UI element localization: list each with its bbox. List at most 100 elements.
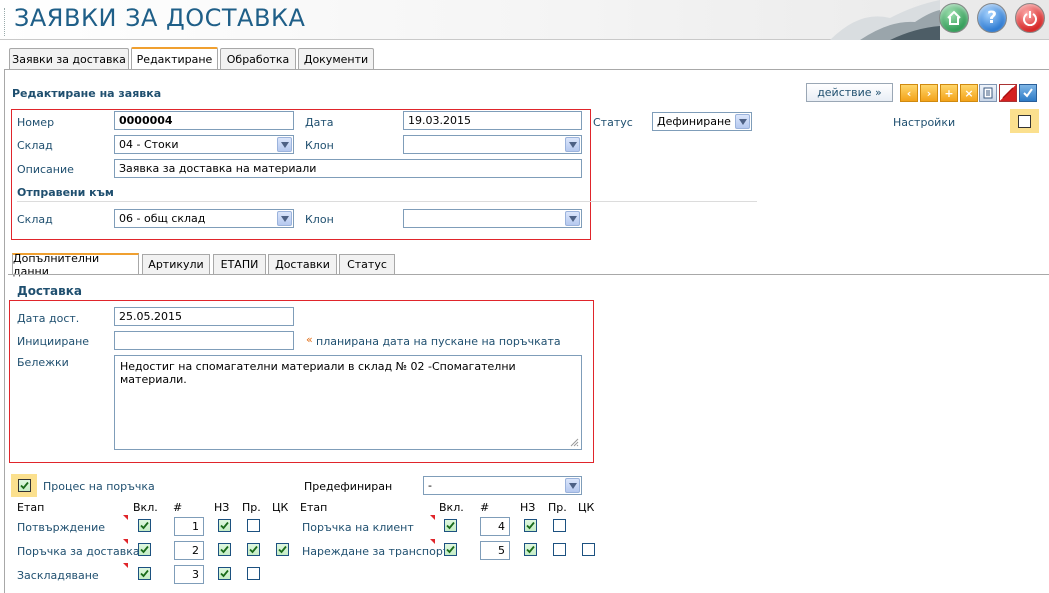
sent-branch-select[interactable]	[403, 209, 582, 228]
stage-nz-checkbox[interactable]	[218, 543, 231, 556]
branch-select[interactable]	[403, 135, 582, 154]
sent-warehouse-label: Склад	[17, 213, 53, 226]
stage-pr-checkbox[interactable]	[247, 567, 260, 580]
stage-name[interactable]: Потвърждение	[17, 521, 105, 534]
notes-textarea[interactable]: Недостиг на спомагателни материали в скл…	[114, 355, 582, 450]
ck-header: ЦК	[578, 501, 595, 514]
settings-checkbox[interactable]	[1018, 114, 1031, 128]
check-icon	[526, 545, 535, 554]
stage-nz-checkbox[interactable]	[218, 519, 231, 532]
incl-header: Вкл.	[439, 501, 464, 514]
subtab-deliveries[interactable]: Доставки	[268, 254, 337, 274]
stage-header: Етап	[300, 501, 328, 514]
check-icon	[278, 545, 287, 554]
comment-marker-icon	[430, 539, 435, 544]
description-input[interactable]: Заявка за доставка на материали	[114, 159, 582, 178]
process-checkbox[interactable]	[17, 479, 31, 492]
stage-name[interactable]: Поръчка за доставка	[17, 545, 140, 558]
num-header: #	[480, 501, 490, 514]
check-icon	[140, 521, 149, 530]
predefined-value: -	[428, 479, 432, 492]
stage-order-input[interactable]: 1	[174, 517, 204, 536]
date-input[interactable]: 19.03.2015	[403, 111, 582, 130]
chevron-right-icon: ›	[926, 86, 932, 100]
stage-incl-checkbox[interactable]	[138, 567, 151, 580]
next-button[interactable]: ›	[920, 84, 938, 102]
action-button[interactable]: действие »	[806, 83, 893, 102]
check-icon	[19, 481, 29, 490]
stage-ck-checkbox[interactable]	[582, 543, 595, 556]
stage-order-input[interactable]: 4	[480, 517, 510, 536]
close-icon: ×	[964, 86, 974, 100]
tab-requests[interactable]: Заявки за доставка	[9, 48, 129, 69]
stage-pr-checkbox[interactable]	[553, 543, 566, 556]
stage-pr-checkbox[interactable]	[247, 519, 260, 532]
stage-pr-checkbox[interactable]	[247, 543, 260, 556]
subtab-stages[interactable]: ЕТАПИ	[213, 254, 266, 274]
check-icon	[446, 545, 455, 554]
status-value: Дефиниране	[657, 115, 731, 128]
hint-marker-icon: «	[306, 333, 313, 346]
stage-incl-checkbox[interactable]	[138, 543, 151, 556]
warehouse-select[interactable]: 04 - Стоки	[114, 135, 294, 154]
description-label: Описание	[17, 163, 74, 176]
stage-nz-checkbox[interactable]	[524, 543, 537, 556]
comment-marker-icon	[123, 515, 128, 520]
save-button[interactable]	[1019, 84, 1037, 102]
stage-name[interactable]: Заскладяване	[17, 569, 99, 582]
predefined-select[interactable]: -	[423, 476, 582, 495]
cancel-icon	[1002, 87, 1014, 99]
subtab-status[interactable]: Статус	[339, 254, 395, 274]
initiation-hint: планирана дата на пускане на поръчката	[316, 335, 561, 348]
notes-text: Недостиг на спомагателни материали в скл…	[120, 360, 516, 386]
process-toggle[interactable]	[11, 474, 37, 497]
stage-incl-checkbox[interactable]	[444, 543, 457, 556]
settings-toggle[interactable]	[1010, 109, 1039, 133]
check-icon	[220, 545, 229, 554]
stage-pr-checkbox[interactable]	[553, 519, 566, 532]
pr-header: Пр.	[548, 501, 567, 514]
tab-documents[interactable]: Документи	[298, 48, 374, 69]
delivery-date-input[interactable]: 25.05.2015	[114, 307, 294, 326]
prev-button[interactable]: ‹	[900, 84, 918, 102]
add-button[interactable]: +	[940, 84, 958, 102]
process-label: Процес на поръчка	[43, 480, 155, 493]
stage-order-input[interactable]: 5	[480, 541, 510, 560]
app-header: ЗАЯВКИ ЗА ДОСТАВКА ?	[0, 0, 1049, 40]
settings-label: Настройки	[893, 116, 956, 129]
cancel-edit-button[interactable]	[999, 84, 1017, 102]
help-icon: ?	[987, 8, 997, 28]
help-button[interactable]: ?	[977, 3, 1007, 33]
stage-order-input[interactable]: 3	[174, 565, 204, 584]
header-decoration-art	[830, 0, 940, 40]
sent-warehouse-value: 06 - общ склад	[119, 212, 206, 225]
tab-processing[interactable]: Обработка	[220, 48, 296, 69]
home-button[interactable]	[939, 3, 969, 33]
num-header: #	[173, 501, 183, 514]
stage-nz-checkbox[interactable]	[524, 519, 537, 532]
print-button[interactable]	[979, 84, 997, 102]
stage-incl-checkbox[interactable]	[444, 519, 457, 532]
stage-incl-checkbox[interactable]	[138, 519, 151, 532]
subtab-articles[interactable]: Артикули	[142, 254, 210, 274]
tab-edit[interactable]: Редактиране	[131, 47, 218, 69]
comment-marker-icon	[123, 539, 128, 544]
sent-warehouse-select[interactable]: 06 - общ склад	[114, 209, 294, 228]
divider	[17, 201, 757, 202]
stage-order-input[interactable]: 2	[174, 541, 204, 560]
stage-name[interactable]: Поръчка на клиент	[302, 521, 414, 534]
initiation-input[interactable]	[114, 331, 294, 350]
chevron-down-icon	[565, 478, 580, 493]
number-input[interactable]: 0000004	[114, 111, 294, 130]
stage-ck-checkbox[interactable]	[276, 543, 289, 556]
stage-nz-checkbox[interactable]	[218, 567, 231, 580]
delete-button[interactable]: ×	[960, 84, 978, 102]
subtab-additional-data[interactable]: Допълнителни данни	[12, 252, 139, 278]
stage-name[interactable]: Нареждане за транспорт	[302, 545, 449, 558]
sent-branch-label: Клон	[305, 213, 334, 226]
title-separator	[4, 8, 5, 36]
check-icon	[526, 521, 535, 530]
power-button[interactable]	[1015, 3, 1045, 33]
resize-handle-icon[interactable]	[570, 438, 579, 447]
status-select[interactable]: Дефиниране	[652, 112, 752, 131]
